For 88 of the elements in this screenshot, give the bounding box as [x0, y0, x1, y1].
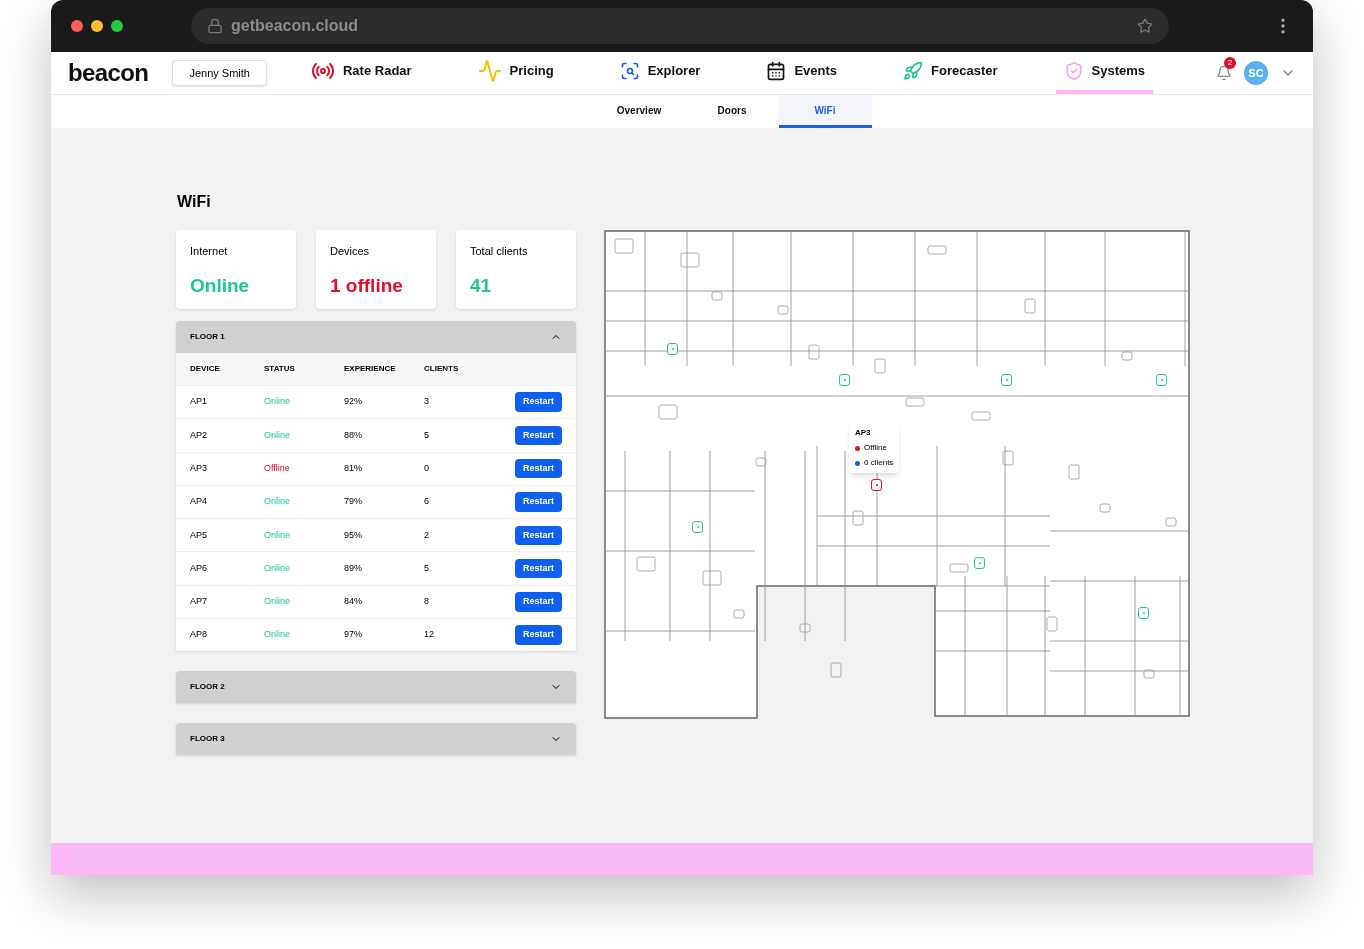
nav-link[interactable]: Forecaster: [895, 52, 1006, 94]
stat-value: 41: [470, 273, 493, 298]
access-point-icon[interactable]: [692, 521, 703, 533]
notifications-icon[interactable]: [1216, 65, 1232, 81]
beacon-logo[interactable]: beacon: [68, 61, 149, 85]
restart-button[interactable]: Restart: [515, 625, 562, 645]
table-cell-text: 84%: [344, 595, 363, 609]
stat-label: Total clients: [470, 244, 529, 259]
access-point-icon[interactable]: [1001, 374, 1012, 386]
calendar-icon: [766, 61, 787, 81]
sub-tab[interactable]: Overview: [592, 95, 686, 128]
pulse-icon: [477, 59, 502, 83]
sub-tab[interactable]: WiFi: [778, 95, 872, 128]
table-cell-text: AP7: [190, 595, 208, 609]
column-header: EXPERIENCE: [344, 363, 397, 375]
table-cell-text: AP8: [190, 628, 208, 642]
table-cell-text: AP2: [190, 428, 208, 442]
table-cell-text: 92%: [344, 395, 363, 409]
nav-link[interactable]: Pricing: [469, 52, 562, 94]
table-cell-text: AP3: [190, 462, 208, 475]
lock-icon: [207, 18, 223, 34]
access-point-icon[interactable]: [871, 479, 882, 491]
restart-button[interactable]: Restart: [515, 525, 562, 546]
column-header: STATUS: [264, 363, 296, 375]
table-cell-text: 6: [424, 495, 430, 509]
restart-button[interactable]: Restart: [515, 492, 562, 512]
table-cell-text: 0: [424, 462, 430, 475]
status-cell-text: Online: [264, 428, 291, 442]
restart-button[interactable]: Restart: [515, 392, 562, 412]
access-point-icon[interactable]: [1138, 607, 1149, 619]
nav-link[interactable]: Events: [758, 52, 846, 94]
table-cell-text: 95%: [344, 528, 363, 542]
nav-link[interactable]: Rate Radar: [302, 52, 420, 94]
table-cell-text: 89%: [344, 561, 363, 575]
rocket-icon: [903, 61, 924, 81]
minimize-window-icon[interactable]: [91, 20, 103, 32]
floor-header[interactable]: FLOOR 2: [176, 671, 576, 704]
status-cell-text: Online: [264, 528, 291, 542]
column-header: CLIENTS: [424, 363, 460, 375]
table-cell-text: AP4: [190, 495, 208, 509]
user-name-box[interactable]: Jenny Smith: [172, 59, 267, 87]
stat-value: Online: [190, 273, 251, 298]
page-title: WiFi: [177, 192, 211, 212]
table-cell-text: 88%: [344, 428, 363, 442]
address-bar[interactable]: getbeacon.cloud: [191, 8, 1169, 44]
sub-tab[interactable]: Doors: [685, 95, 779, 128]
close-window-icon[interactable]: [71, 20, 83, 32]
table-cell-text: 79%: [344, 495, 363, 509]
restart-button[interactable]: Restart: [515, 558, 562, 579]
status-cell-text: Online: [264, 495, 291, 509]
restart-button[interactable]: Restart: [515, 425, 562, 446]
table-cell-text: 8: [424, 595, 430, 609]
floor-header[interactable]: FLOOR 3: [176, 723, 576, 756]
table-cell-text: 81%: [344, 462, 363, 475]
table-cell-text: AP6: [190, 561, 208, 575]
access-point-icon[interactable]: [1156, 374, 1167, 386]
status-cell-text: Online: [264, 628, 291, 642]
magnifier-icon: [619, 61, 640, 81]
table-cell-text: 12: [424, 628, 435, 642]
table-cell-text: 5: [424, 561, 430, 575]
floor-header[interactable]: FLOOR 1: [176, 321, 576, 353]
status-cell-text: Offline: [264, 462, 291, 475]
nav-link[interactable]: Explorer: [611, 52, 709, 94]
status-cell-text: Online: [264, 395, 291, 409]
table-cell-text: 3: [424, 395, 430, 409]
status-cell-text: Online: [264, 561, 291, 575]
table-cell-text: 97%: [344, 628, 363, 642]
table-cell-text: 5: [424, 428, 430, 442]
bookmark-star-icon[interactable]: [1137, 18, 1153, 34]
tooltip-clients: 0 clients: [864, 457, 894, 469]
restart-button[interactable]: Restart: [515, 592, 562, 612]
table-cell-text: 2: [424, 528, 430, 542]
restart-button[interactable]: Restart: [515, 459, 562, 479]
stat-value: 1 offline: [330, 273, 404, 298]
table-cell-text: AP1: [190, 395, 208, 409]
access-point-icon[interactable]: [974, 557, 985, 569]
tooltip-title: AP3: [855, 427, 872, 439]
notification-badge: 2: [1224, 57, 1236, 69]
stat-label: Internet: [190, 244, 229, 259]
column-header: DEVICE: [190, 363, 221, 375]
access-point-icon[interactable]: [839, 374, 850, 386]
url-text: getbeacon.cloud: [231, 16, 359, 36]
stat-label: Devices: [330, 244, 371, 259]
table-cell-text: AP5: [190, 528, 208, 542]
maximize-window-icon[interactable]: [111, 20, 123, 32]
tooltip-status: Offline: [864, 442, 887, 454]
status-cell-text: Online: [264, 595, 291, 609]
access-point-icon[interactable]: [667, 343, 678, 355]
